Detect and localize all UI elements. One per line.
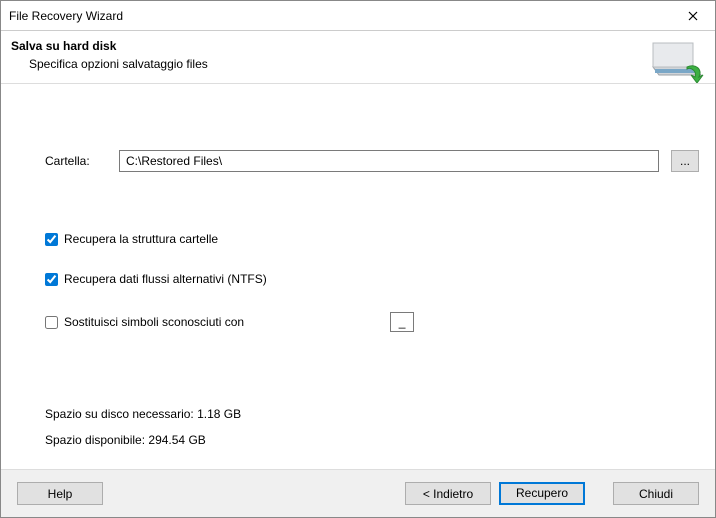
- recover-structure-row: Recupera la struttura cartelle: [45, 232, 699, 246]
- titlebar: File Recovery Wizard: [1, 1, 715, 31]
- recover-streams-checkbox[interactable]: [45, 273, 58, 286]
- folder-label: Cartella:: [17, 154, 107, 168]
- browse-button[interactable]: ...: [671, 150, 699, 172]
- help-button[interactable]: Help: [17, 482, 103, 505]
- folder-input[interactable]: [119, 150, 659, 172]
- replace-symbols-row: Sostituisci simboli sconosciuti con: [45, 312, 699, 332]
- disk-info: Spazio su disco necessario: 1.18 GB Spaz…: [45, 407, 241, 447]
- back-button[interactable]: < Indietro: [405, 482, 491, 505]
- wizard-header: Salva su hard disk Specifica opzioni sal…: [1, 31, 715, 83]
- replace-symbols-label[interactable]: Sostituisci simboli sconosciuti con: [64, 315, 244, 329]
- page-subtitle: Specifica opzioni salvataggio files: [29, 57, 699, 71]
- recover-streams-label[interactable]: Recupera dati flussi alternativi (NTFS): [64, 272, 267, 286]
- replace-symbols-checkbox[interactable]: [45, 316, 58, 329]
- disk-required: Spazio su disco necessario: 1.18 GB: [45, 407, 241, 421]
- page-title: Salva su hard disk: [11, 39, 699, 53]
- recover-structure-label[interactable]: Recupera la struttura cartelle: [64, 232, 218, 246]
- close-button[interactable]: Chiudi: [613, 482, 699, 505]
- close-icon[interactable]: [671, 1, 715, 31]
- symbol-input[interactable]: [390, 312, 414, 332]
- recover-streams-row: Recupera dati flussi alternativi (NTFS): [45, 272, 699, 286]
- recover-structure-checkbox[interactable]: [45, 233, 58, 246]
- hard-disk-save-icon: [649, 37, 705, 83]
- window-title: File Recovery Wizard: [9, 9, 671, 23]
- folder-row: Cartella: ...: [17, 150, 699, 172]
- wizard-footer: Help < Indietro Recupero Chiudi: [1, 469, 715, 517]
- recover-button[interactable]: Recupero: [499, 482, 585, 505]
- disk-available: Spazio disponibile: 294.54 GB: [45, 433, 241, 447]
- wizard-body: Cartella: ... Recupera la struttura cart…: [1, 83, 715, 469]
